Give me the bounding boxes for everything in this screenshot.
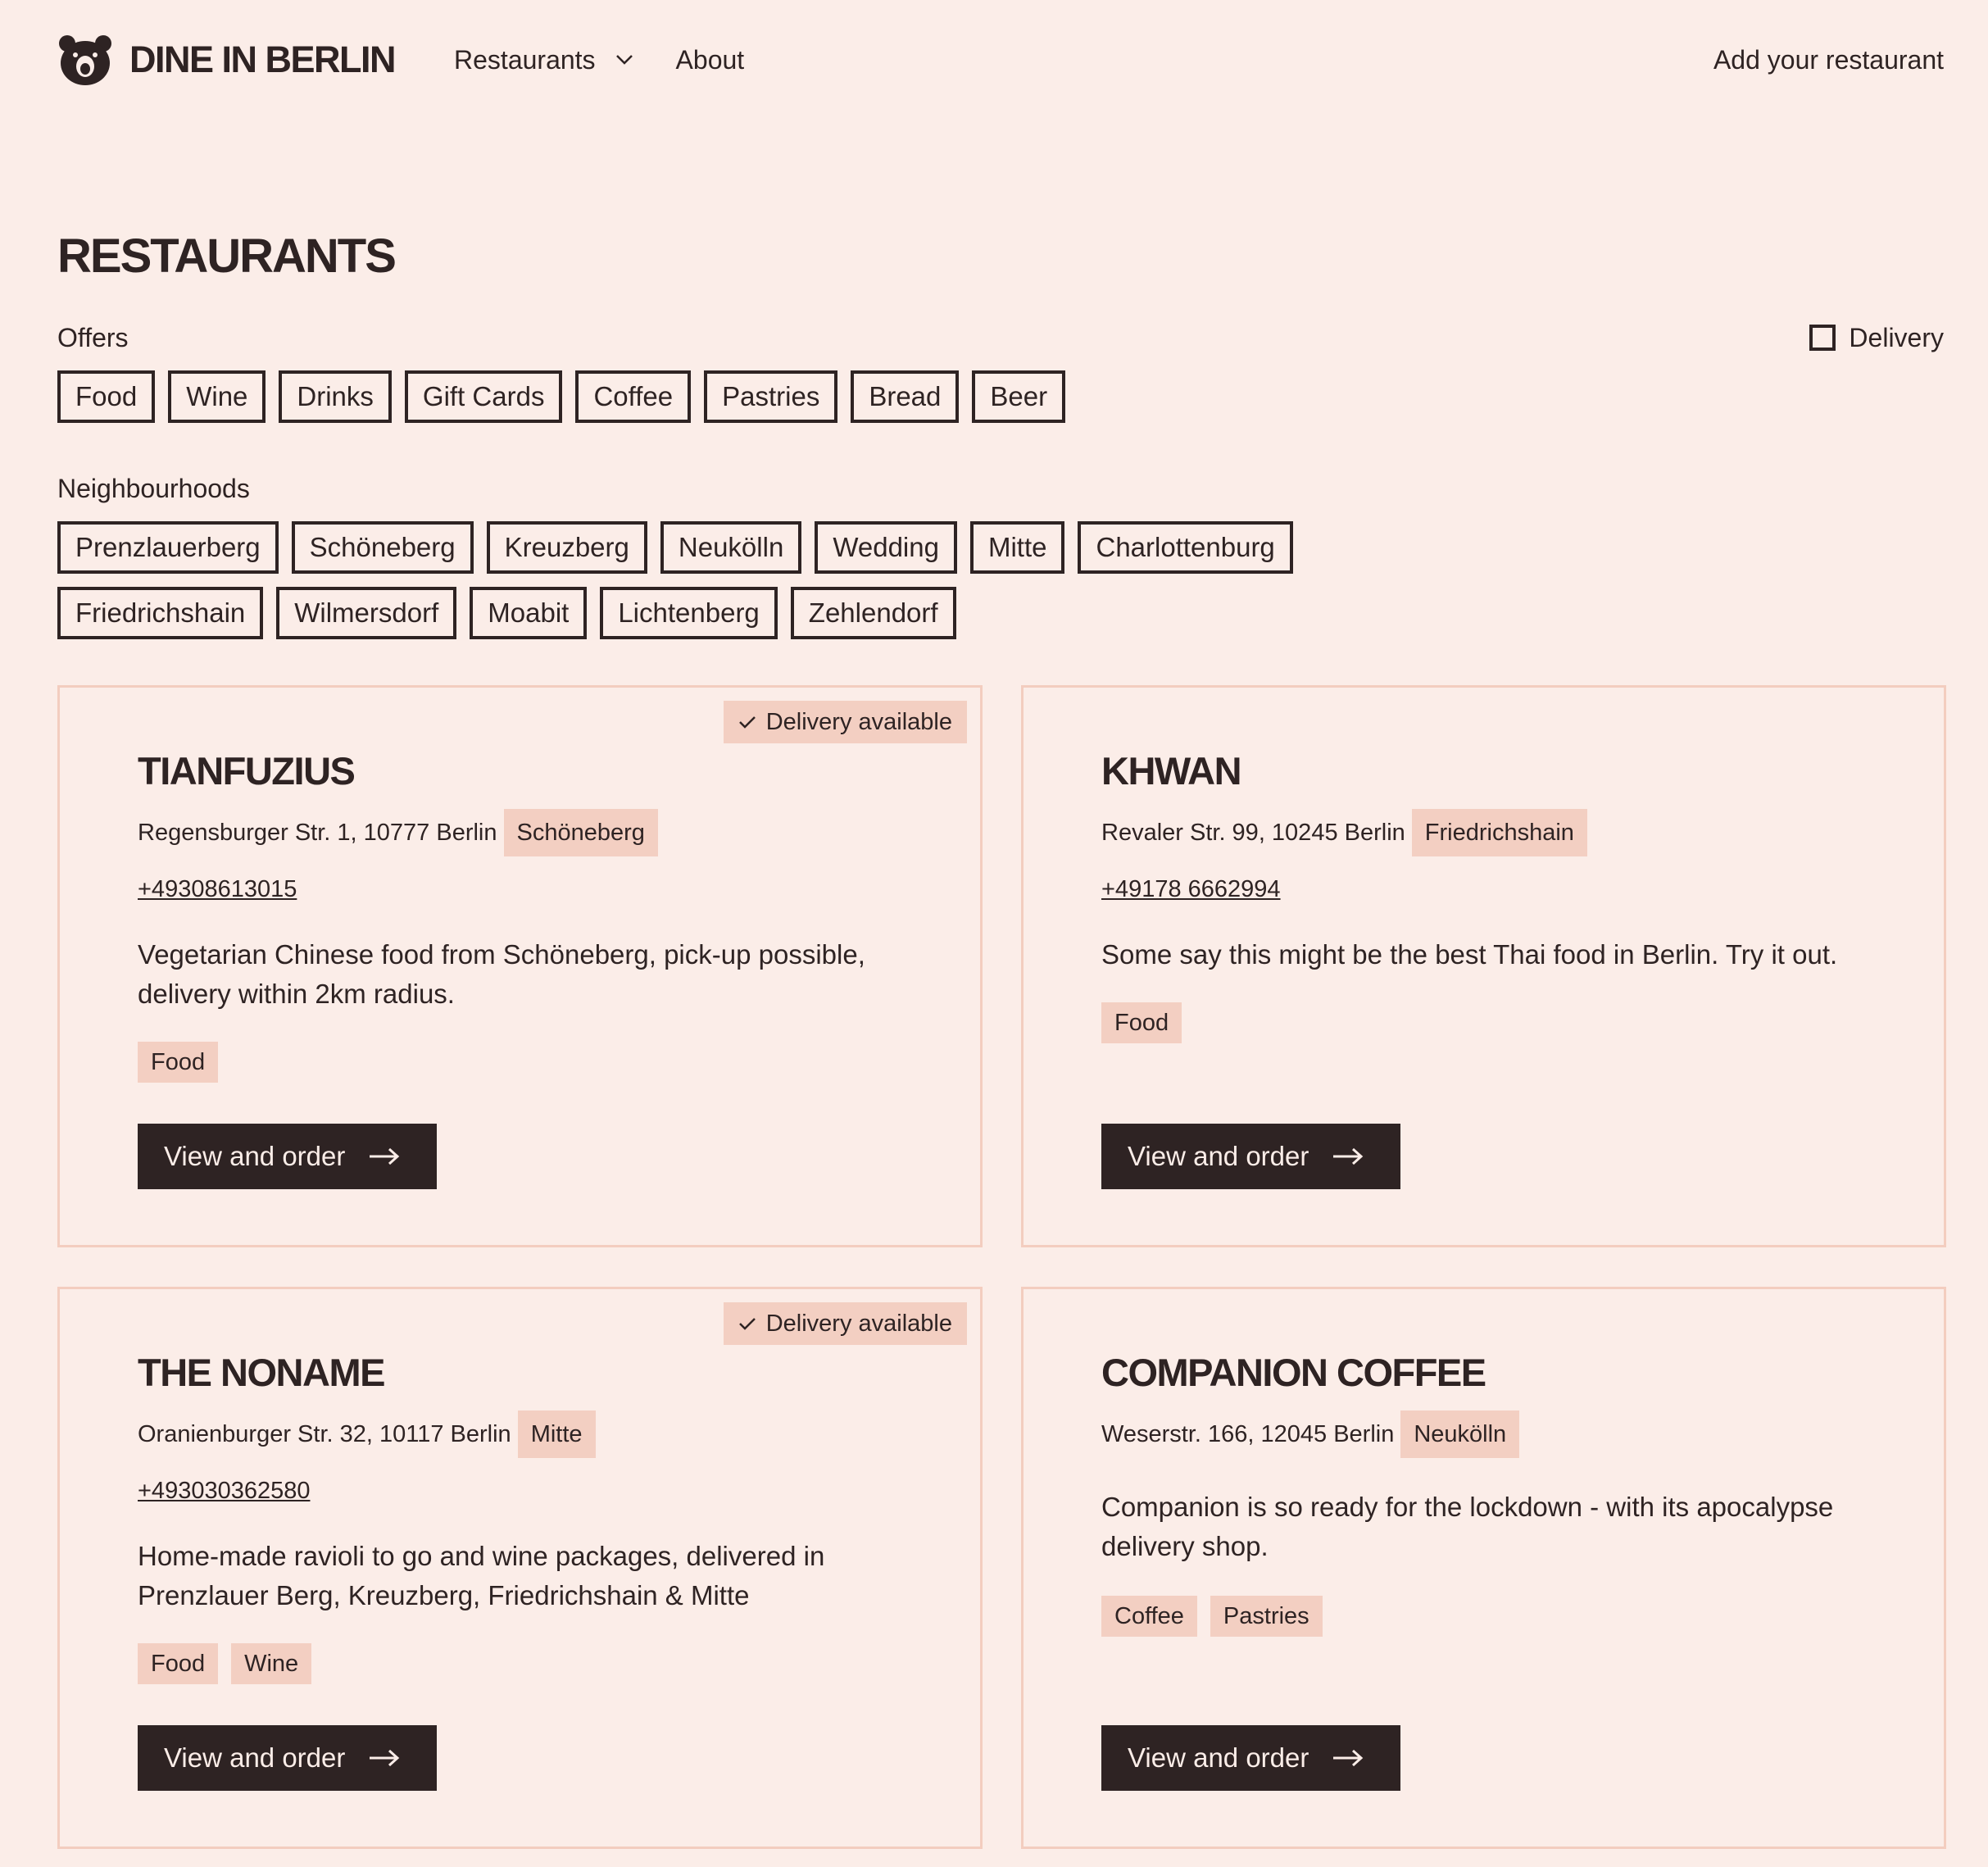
restaurant-card: Delivery available TIANFUZIUS Regensburg… [57, 685, 983, 1247]
offer-tag: Food [138, 1042, 219, 1083]
restaurant-card: COMPANION COFFEE Weserstr. 166, 12045 Be… [1021, 1287, 1946, 1849]
offers-filter-row: Food Wine Drinks Gift Cards Coffee Pastr… [57, 370, 1066, 423]
offer-chip-beer[interactable]: Beer [972, 370, 1066, 423]
add-restaurant-link[interactable]: Add your restaurant [1713, 45, 1944, 75]
restaurant-address: Oranienburger Str. 32, 10117 Berlin [138, 1420, 511, 1447]
view-and-order-label: View and order [164, 1742, 346, 1773]
restaurant-address-line: Revaler Str. 99, 10245 Berlin Friedrichs… [1101, 809, 1587, 856]
offers-label: Offers [57, 323, 129, 352]
offer-chip-food[interactable]: Food [57, 370, 156, 423]
restaurant-description: Vegetarian Chinese food from Schöneberg,… [138, 939, 865, 1009]
offer-chip-pastries[interactable]: Pastries [704, 370, 838, 423]
view-and-order-button[interactable]: View and order [1101, 1725, 1400, 1791]
delivery-badge: Delivery available [723, 701, 967, 743]
restaurant-name: THE NONAME [138, 1351, 385, 1394]
neighbourhood-chip-kreuzberg[interactable]: Kreuzberg [486, 521, 647, 574]
check-icon [738, 716, 756, 729]
restaurant-phone-link[interactable]: +493030362580 [138, 1474, 310, 1507]
checkbox-icon[interactable] [1809, 325, 1836, 351]
offer-tags: Food Wine [138, 1643, 312, 1684]
view-and-order-button[interactable]: View and order [138, 1725, 437, 1791]
check-icon [738, 1318, 756, 1330]
restaurant-description: Home-made ravioli to go and wine package… [138, 1541, 825, 1610]
brand-name: DINE IN BERLIN [129, 39, 397, 80]
restaurant-name: KHWAN [1101, 749, 1242, 793]
neighbourhood-chip-moabit[interactable]: Moabit [470, 587, 588, 639]
restaurant-address-line: Regensburger Str. 1, 10777 Berlin Schöne… [138, 809, 658, 856]
neighbourhood-chip-mitte[interactable]: Mitte [969, 521, 1065, 574]
neighbourhood-chip-zehlendorf[interactable]: Zehlendorf [790, 587, 956, 639]
view-and-order-button[interactable]: View and order [138, 1124, 437, 1189]
restaurant-card: KHWAN Revaler Str. 99, 10245 Berlin Frie… [1021, 685, 1946, 1247]
neighbourhood-tag: Friedrichshain [1411, 809, 1587, 856]
nav-restaurants-label: Restaurants [454, 44, 596, 75]
nav-restaurants[interactable]: Restaurants [454, 45, 633, 75]
neighbourhood-tag: Mitte [517, 1410, 596, 1458]
neighbourhood-chip-friedrichshain[interactable]: Friedrichshain [57, 587, 264, 639]
arrow-right-icon [1333, 1147, 1364, 1165]
restaurant-card: Delivery available THE NONAME Oranienbur… [57, 1287, 983, 1849]
offer-tag: Pastries [1210, 1596, 1323, 1637]
offer-tag: Coffee [1101, 1596, 1197, 1637]
neighbourhood-chip-lichtenberg[interactable]: Lichtenberg [600, 587, 778, 639]
restaurant-phone-link[interactable]: +49308613015 [138, 873, 297, 906]
neighbourhood-chip-neukoelln[interactable]: Neukölln [660, 521, 802, 574]
neighbourhood-tag: Schöneberg [503, 809, 658, 856]
restaurant-address: Regensburger Str. 1, 10777 Berlin [138, 819, 497, 846]
offer-tags: Food [138, 1042, 219, 1083]
bear-head-icon [59, 35, 111, 85]
view-and-order-label: View and order [1128, 1141, 1309, 1171]
offer-tags: Food [1101, 1002, 1182, 1043]
offer-chip-gift-cards[interactable]: Gift Cards [404, 370, 563, 423]
neighbourhood-tag: Neukölln [1400, 1410, 1520, 1458]
main-nav: Restaurants About [454, 45, 744, 75]
offer-chip-bread[interactable]: Bread [851, 370, 960, 423]
page-title: RESTAURANTS [57, 229, 397, 283]
view-and-order-label: View and order [1128, 1742, 1309, 1773]
neighbourhoods-label: Neighbourhoods [57, 474, 250, 503]
offer-tags: Coffee Pastries [1101, 1596, 1323, 1637]
logo[interactable]: DINE IN BERLIN [57, 34, 397, 86]
restaurant-name: TIANFUZIUS [138, 749, 356, 793]
neighbourhood-chip-charlottenburg[interactable]: Charlottenburg [1078, 521, 1293, 574]
offer-chip-wine[interactable]: Wine [168, 370, 266, 423]
neighbourhood-filter-row-1: Prenzlauerberg Schöneberg Kreuzberg Neuk… [57, 521, 1293, 574]
arrow-right-icon [370, 1749, 400, 1767]
restaurant-address-line: Oranienburger Str. 32, 10117 Berlin Mitt… [138, 1410, 596, 1458]
arrow-right-icon [1333, 1749, 1364, 1767]
delivery-filter[interactable]: Delivery [1809, 321, 1944, 354]
offer-tag: Wine [231, 1643, 312, 1684]
chevron-down-icon [615, 55, 633, 65]
neighbourhood-chip-wedding[interactable]: Wedding [815, 521, 957, 574]
restaurant-description: Some say this might be the best Thai foo… [1101, 939, 1838, 970]
delivery-badge: Delivery available [723, 1302, 967, 1345]
offer-chip-coffee[interactable]: Coffee [575, 370, 692, 423]
restaurant-address: Weserstr. 166, 12045 Berlin [1101, 1420, 1395, 1447]
restaurant-address-line: Weserstr. 166, 12045 Berlin Neukölln [1101, 1410, 1520, 1458]
restaurant-phone-link[interactable]: +49178 6662994 [1101, 873, 1281, 906]
neighbourhood-filter-row-2: Friedrichshain Wilmersdorf Moabit Lichte… [57, 587, 956, 639]
view-and-order-button[interactable]: View and order [1101, 1124, 1400, 1189]
delivery-badge-label: Delivery available [765, 708, 952, 735]
restaurant-description: Companion is so ready for the lockdown -… [1101, 1492, 1834, 1561]
view-and-order-label: View and order [164, 1141, 346, 1171]
arrow-right-icon [370, 1147, 400, 1165]
neighbourhood-chip-prenzlauerberg[interactable]: Prenzlauerberg [57, 521, 279, 574]
restaurant-address: Revaler Str. 99, 10245 Berlin [1101, 819, 1405, 846]
restaurant-name: COMPANION COFFEE [1101, 1351, 1486, 1394]
delivery-badge-label: Delivery available [765, 1310, 952, 1337]
nav-about[interactable]: About [676, 45, 745, 75]
offer-chip-drinks[interactable]: Drinks [279, 370, 392, 423]
site-header: DINE IN BERLIN Restaurants About Add you… [57, 30, 1944, 90]
delivery-filter-label: Delivery [1849, 322, 1944, 352]
offer-tag: Food [1101, 1002, 1182, 1043]
offer-tag: Food [138, 1643, 219, 1684]
neighbourhood-chip-schoeneberg[interactable]: Schöneberg [291, 521, 474, 574]
neighbourhood-chip-wilmersdorf[interactable]: Wilmersdorf [276, 587, 457, 639]
